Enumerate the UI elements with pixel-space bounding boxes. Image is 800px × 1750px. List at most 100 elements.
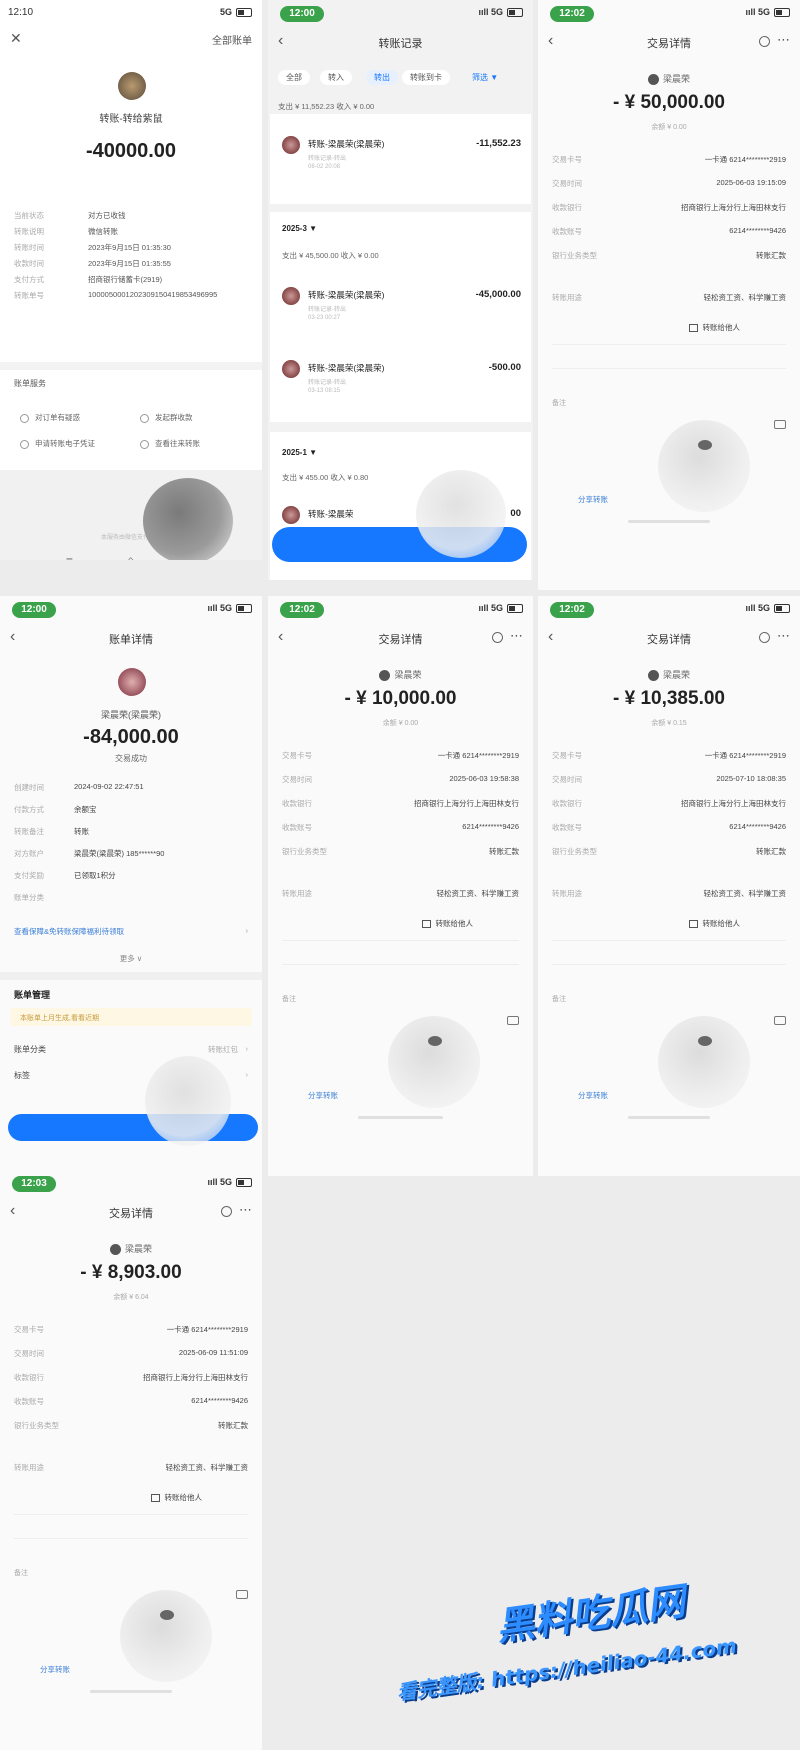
row-value: 梁晨荣(梁晨荣) 185******90 [74,849,165,858]
row-value: 一卡通 6214********2919 [437,751,519,760]
more-toggle[interactable]: 更多 ∨ [0,953,262,964]
status-bar: 12:00 ııll 5G [0,596,262,622]
status-time: 12:00 [12,602,56,618]
faint-line [14,1538,248,1539]
more-icon[interactable]: ⋯ [777,32,790,48]
detail-row: 交易卡号 一卡通 6214********2919 [552,750,786,764]
detail-row: 创建时间 2024-09-02 22:47:51 [14,782,248,796]
purpose-row[interactable]: 转账用途 轻松资工资、科学赚工资 [552,888,786,902]
status-bar: 12:00 ııll 5G [268,0,533,26]
promo-link[interactable]: 查看保障&免转账保障福利待领取 › [14,926,248,940]
row-label: 收款账号 [552,823,582,832]
purpose-row[interactable]: 转账用途 轻松资工资、科学赚工资 [552,292,786,306]
faint-line [282,964,519,965]
camera-icon[interactable] [774,1016,786,1025]
avatar [647,74,659,86]
faint-line [282,940,519,941]
blurred-overlay [416,470,506,558]
add-tag-button[interactable]: 转账给他人 [688,322,740,333]
row-label: 对方账户 [14,849,44,858]
status-icons: ııll 5G [207,603,252,614]
row-value: 转账汇款 [756,847,786,856]
status-bar: 12:02 ııll 5G [268,596,533,622]
detail-row: 交易时间 2025-06-03 19:58:38 [282,774,519,788]
detail-row: 支付方式 招商银行储蓄卡(2919) [14,274,248,288]
row-label: 银行业务类型 [552,847,597,856]
row-value: 招商银行上海分行上海田林支行 [414,799,519,808]
all-bills-link[interactable]: 全部账单 [212,32,252,47]
row-label: 转账用途 [14,1463,44,1472]
record-item[interactable]: 转账-梁晨荣(梁晨荣) -500.00 转账记录-转出 03-13 08:15 [268,356,533,400]
balance-text: 余额 ¥ 0.00 [651,124,687,131]
record-item[interactable]: 转账-梁晨荣(梁晨荣) -11,552.23 转账记录-转出 08-02 20:08 [268,132,533,176]
service-item[interactable]: 查看往来转账 [140,438,200,449]
mgmt-row[interactable]: 账单分类 转账红包 › [14,1044,248,1058]
detail-row: 收款银行 招商银行上海分行上海田林支行 [552,202,786,216]
row-value: 一卡通 6214********2919 [704,751,786,760]
tab-3[interactable]: 转账到卡 [402,70,450,85]
service-item[interactable]: 发起群收款 [140,412,193,423]
battery-icon [507,604,523,614]
home-icon[interactable]: ⌂ [127,553,134,560]
row-label: 交易卡号 [552,751,582,760]
add-tag-button[interactable]: 转账给他人 [688,918,740,929]
clock-icon[interactable] [492,632,503,643]
row-label: 账单分类 [14,1045,46,1054]
more-icon[interactable]: ⋯ [510,628,523,644]
clock-icon[interactable] [759,632,770,643]
avatar [282,360,300,378]
nav-bar: ‹ 转账记录 [268,28,533,58]
tab-0[interactable]: 全部 [278,70,310,85]
close-icon[interactable]: ✕ [10,30,22,47]
page-title: 转账记录 [378,38,423,50]
filter-tabs: 全部 转入 转出 转账到卡 筛选 ▼ [268,66,533,88]
detail-row: 交易时间 2025-06-03 19:15:09 [552,178,786,192]
service-item[interactable]: 对订单有疑惑 [20,412,80,423]
mgmt-title: 账单管理 [14,990,51,1000]
record-item[interactable]: 转账-梁晨荣(梁晨荣) -45,000.00 转账记录-转出 03-23 00:27 [268,283,533,327]
record-name: 转账-梁晨荣(梁晨荣) [308,139,385,149]
month-header[interactable]: 2025-3 ▼ [282,224,317,233]
row-value: 1000050001202309150419853496995 [88,290,218,299]
nav-bar: ‹ 交易详情 ⋯ [538,624,800,654]
month-header[interactable]: 2025-1 ▼ [282,448,317,457]
purpose-row[interactable]: 转账用途 轻松资工资、科学赚工资 [282,888,519,902]
nav-bar: ‹ 账单详情 [0,624,262,654]
payee: 梁晨荣 [538,668,800,682]
share-transfer-link[interactable]: 分享转账 [40,1664,70,1675]
row-label: 账单分类 [14,893,44,902]
clock-icon[interactable] [759,36,770,47]
share-transfer-link[interactable]: 分享转账 [578,494,608,505]
add-tag-button[interactable]: 转账给他人 [150,1492,202,1503]
tab-4[interactable]: 筛选 ▼ [464,70,506,85]
purpose-row[interactable]: 转账用途 轻松资工资、科学赚工资 [14,1462,248,1476]
share-transfer-link[interactable]: 分享转账 [578,1090,608,1101]
tab-2[interactable]: 转出 [366,70,398,85]
transaction-amount: - ¥ 10,385.00 [613,688,725,709]
clock-icon[interactable] [221,1206,232,1217]
service-item[interactable]: 申请转账电子凭证 [20,438,95,449]
payee: 梁晨荣 [268,668,533,682]
watermark: 黑料吃瓜网 看完整版: https://heiliao-44.com [395,1575,800,1725]
transfer-amount: -40000.00 [85,140,177,162]
camera-icon[interactable] [236,1590,248,1599]
record-name: 转账-梁晨荣(梁晨荣) [308,363,385,373]
detail-row: 收款时间 2023年9月15日 01:35:55 [14,258,248,272]
row-value: 招商银行上海分行上海田林支行 [681,203,786,212]
nav-bar: ‹ 交易详情 ⋯ [268,624,533,654]
add-tag-button[interactable]: 转账给他人 [421,918,473,929]
row-value: 转账 [74,827,89,836]
share-transfer-link[interactable]: 分享转账 [308,1090,338,1101]
panel-transfer-records: 12:00 ııll 5G ‹ 转账记录 全部 转入 转出 转账到卡 筛选 ▼ 支出 ¥… [268,0,533,580]
tab-1[interactable]: 转入 [320,70,352,85]
menu-icon[interactable]: ≡ [66,554,73,560]
more-icon[interactable]: ⋯ [239,1202,252,1218]
blurred-overlay [658,1016,750,1108]
camera-icon[interactable] [774,420,786,429]
avatar [282,506,300,524]
camera-icon[interactable] [507,1016,519,1025]
blurred-overlay [145,1056,231,1146]
status-icons: ııll 5G [745,603,790,614]
more-icon[interactable]: ⋯ [777,628,790,644]
blurred-overlay [658,420,750,512]
